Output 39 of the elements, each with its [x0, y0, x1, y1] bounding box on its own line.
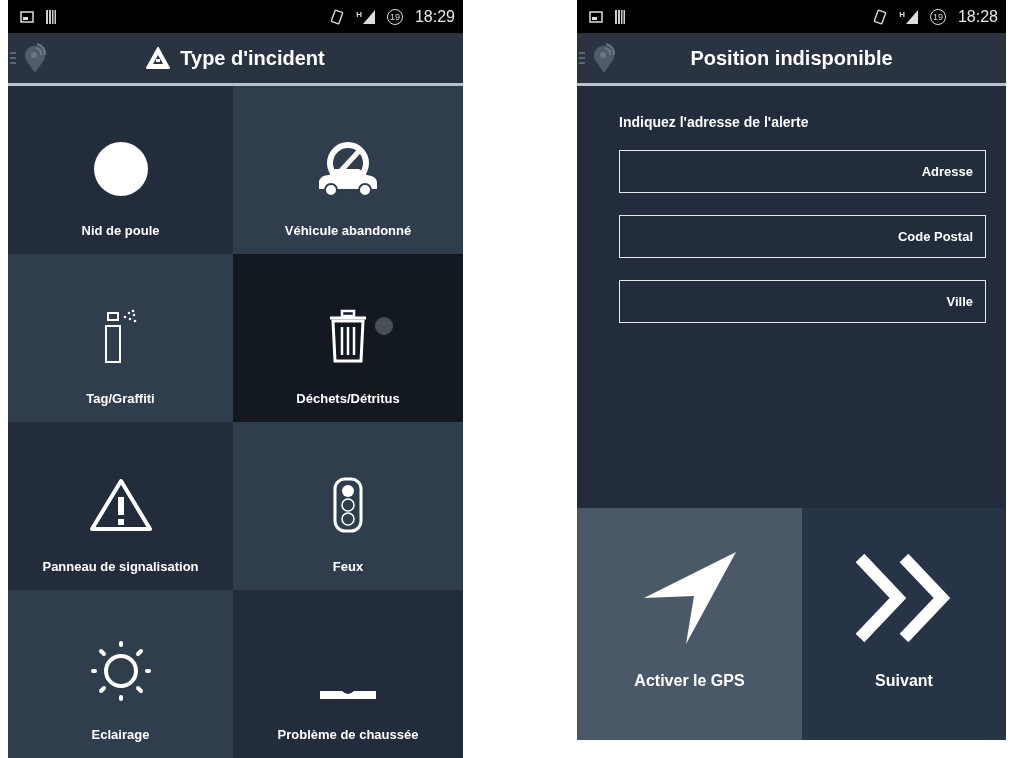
network-type: H — [899, 9, 905, 19]
incident-tile[interactable]: Feux — [233, 422, 463, 590]
screen-rotation-icon — [330, 8, 345, 25]
signal-icon — [905, 9, 918, 24]
spray-can-icon — [102, 309, 139, 365]
clock: 18:29 — [414, 7, 455, 26]
touch-indicator — [375, 317, 393, 335]
picture-icon — [20, 10, 34, 23]
clock: 18:28 — [957, 7, 998, 26]
screen-title: Position indisponible — [690, 46, 893, 70]
text-field[interactable]: Adresse — [619, 150, 986, 193]
screen-title: Type d'incident — [180, 46, 325, 70]
network-type: H — [356, 9, 362, 19]
warning-icon — [88, 477, 153, 533]
road-dip-icon — [320, 689, 376, 701]
text-field[interactable]: Ville — [619, 280, 986, 323]
incident-tile[interactable]: Véhicule abandonné — [233, 86, 463, 254]
menu-icon[interactable] — [10, 52, 16, 64]
sun-icon — [90, 641, 151, 701]
form-prompt: Indiquez l'adresse de l'alerte — [619, 114, 810, 130]
picture-icon — [589, 10, 603, 23]
pothole-icon — [92, 141, 149, 197]
incident-tile[interactable]: Tag/Graffiti — [8, 254, 233, 422]
warning-sign-icon — [146, 47, 171, 69]
app-logo-icon[interactable] — [591, 42, 617, 74]
signal-icon — [362, 9, 375, 24]
incident-tile[interactable]: Eclairage — [8, 590, 233, 758]
text-field[interactable]: Code Postal — [619, 215, 986, 258]
incident-tile[interactable]: Déchets/Détritus — [233, 254, 463, 422]
gps-button[interactable]: Activer le GPS — [577, 508, 802, 740]
trash-can-icon — [327, 309, 369, 365]
screen-rotation-icon — [873, 8, 888, 25]
barcode-icon — [46, 9, 56, 24]
menu-icon[interactable] — [579, 52, 585, 64]
no-car-icon — [317, 141, 379, 197]
barcode-icon — [615, 9, 625, 24]
next-button[interactable]: Suivant — [802, 508, 1006, 740]
app-logo-icon[interactable] — [22, 42, 48, 74]
traffic-light-icon — [333, 477, 363, 533]
